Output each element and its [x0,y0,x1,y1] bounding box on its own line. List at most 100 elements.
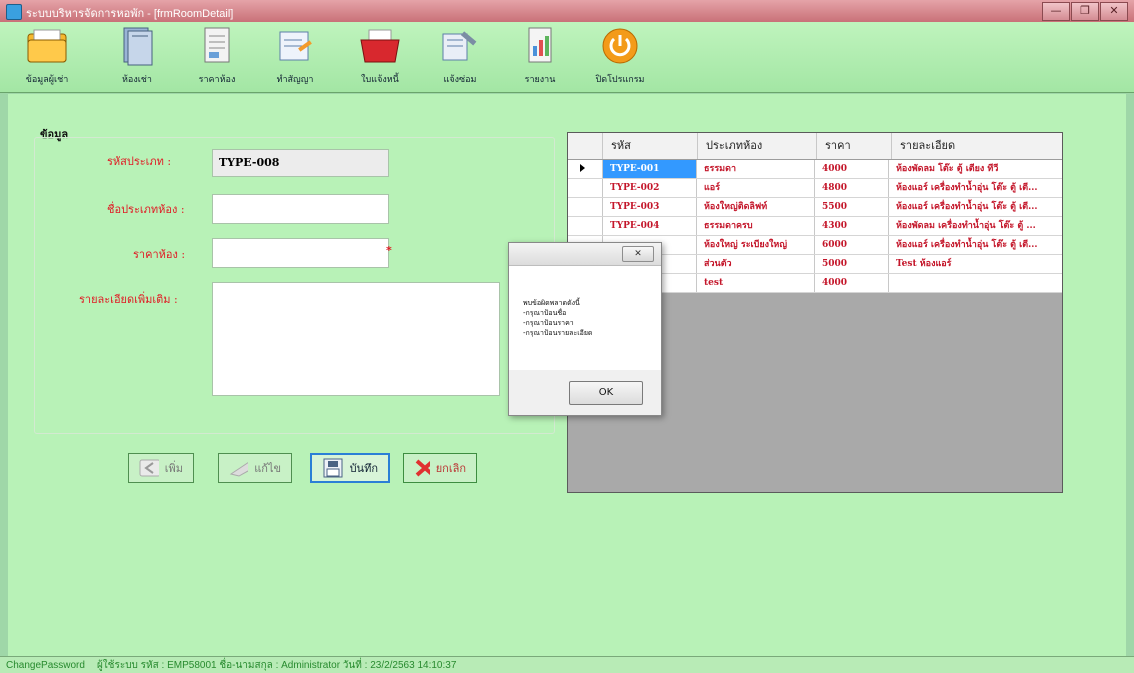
cell-code[interactable]: TYPE-004 [603,217,697,235]
minimize-button[interactable]: — [1042,2,1070,21]
cell-price[interactable]: 4300 [815,217,889,235]
table-row[interactable]: TYPE-001 ธรรมดา 4000 ห้องพัดลม โต๊ะ ตู้ … [568,160,1062,179]
bill-folder-icon [359,26,401,66]
window-controls: — ❐ ✕ [1042,2,1128,21]
cell-type[interactable]: ห้องใหญ่ ระเบียงใหญ่ [697,236,815,254]
table-row[interactable]: TYPE-004 ธรรมดาครบ 4300 ห้องพัดลม เครื่อ… [568,217,1062,236]
type-name-field[interactable] [212,194,389,224]
toolbar-exit[interactable]: ปิดโปรแกรม [585,26,655,86]
price-field[interactable] [212,238,389,268]
column-header[interactable]: ประเภทห้อง [698,133,817,159]
dialog-message: พบข้อผิดพลาดดังนี้ -กรุณาป้อนชื่อ -กรุณา… [523,299,593,337]
dialog-close-button[interactable]: ✕ [622,246,654,262]
save-button-label: บันทึก [349,462,378,475]
cell-detail[interactable]: ห้องแอร์ เครื่องทำน้ำอุ่น โต๊ะ ตู้ เตี..… [889,198,1062,216]
cell-type[interactable]: ธรรมดา [697,160,815,178]
type-name-label: ชื่อประเภทห้อง : [107,203,185,216]
toolbar-contract[interactable]: ทำสัญญา [260,26,330,86]
row-selector[interactable] [568,217,603,235]
user-info: ผู้ใช้ระบบ รหัส : EMP58001 ชื่อ-นามสกุล … [96,659,457,671]
status-bar: ChangePassword ผู้ใช้ระบบ รหัส : EMP5800… [0,656,1134,673]
current-row-arrow-icon [580,164,585,172]
toolbar-report[interactable]: รายงาน [505,26,575,86]
cell-type[interactable]: แอร์ [697,179,815,197]
close-button[interactable]: ✕ [1100,2,1128,21]
save-icon [323,458,343,478]
table-row[interactable]: TYPE-002 แอร์ 4800 ห้องแอร์ เครื่องทำน้ำ… [568,179,1062,198]
toolbar-label: ใบแจ้งหนี้ [361,75,399,85]
cell-price[interactable]: 6000 [815,236,889,254]
row-header-corner [568,133,603,159]
edit-icon [229,461,249,477]
column-header[interactable]: รายละเอียด [892,133,1062,159]
cell-type[interactable]: ห้องใหญ่ติดลิฟท์ [697,198,815,216]
cell-detail[interactable]: ห้องแอร์ เครื่องทำน้ำอุ่น โต๊ะ ตู้ เตี..… [889,179,1062,197]
type-code-field[interactable]: TYPE-008 [212,149,389,177]
cell-type[interactable]: ส่วนตัว [697,255,815,273]
add-button[interactable]: เพิ่ม [128,453,194,483]
grid-header: รหัส ประเภทห้อง ราคา รายละเอียด [568,133,1062,160]
row-selector[interactable] [568,179,603,197]
toolbar-label: ทำสัญญา [276,75,314,85]
dialog-titlebar: ✕ [509,243,661,266]
toolbar-label: ข้อมูลผู้เช่า [25,75,69,85]
toolbar-label: ปิดโปรแกรม [595,75,645,85]
edit-button[interactable]: แก้ไข [218,453,292,483]
cancel-button-label: ยกเลิก [435,462,466,475]
column-header[interactable]: ราคา [817,133,892,159]
toolbar-label: ราคาห้อง [198,75,236,85]
repair-icon [439,26,481,66]
add-icon [139,459,159,477]
restore-button[interactable]: ❐ [1071,2,1099,21]
type-code-label: รหัสประเภท : [107,155,172,168]
cancel-icon [415,459,430,477]
cell-detail[interactable] [889,274,1062,292]
row-selector[interactable] [568,160,603,178]
cell-price[interactable]: 4000 [815,160,889,178]
cell-detail[interactable]: ห้องพัดลม โต๊ะ ตู้ เตียง ทีวี [889,160,1062,178]
contract-icon [274,26,316,66]
window-title: ระบบบริหารจัดการหอพัก - [frmRoomDetail] [26,8,234,20]
cell-type[interactable]: test [697,274,815,292]
report-icon [519,26,561,66]
edit-button-label: แก้ไข [254,462,281,475]
cell-detail[interactable]: ห้องพัดลม เครื่องทำน้ำอุ่น โต๊ะ ตู้ ... [889,217,1062,235]
toolbar-rooms[interactable]: ห้องเช่า [102,26,172,86]
row-selector[interactable] [568,198,603,216]
add-button-label: เพิ่ม [164,462,183,475]
app-icon [6,4,22,20]
table-row[interactable]: TYPE-003 ห้องใหญ่ติดลิฟท์ 5500 ห้องแอร์ … [568,198,1062,217]
ok-button[interactable]: OK [569,381,643,405]
cell-detail[interactable]: ห้องแอร์ เครื่องทำน้ำอุ่น โต๊ะ ตู้ เตี..… [889,236,1062,254]
detail-label: รายละเอียดเพิ่มเติม : [79,293,178,306]
cell-code[interactable]: TYPE-003 [603,198,697,216]
cell-code[interactable]: TYPE-001 [603,160,697,178]
toolbar-label: รายงาน [524,75,556,85]
toolbar-tenant-info[interactable]: ข้อมูลผู้เช่า [12,26,82,86]
dialog-body: พบข้อผิดพลาดดังนี้ -กรุณาป้อนชื่อ -กรุณา… [509,266,661,370]
document-icon [196,26,238,66]
cell-price[interactable]: 4000 [815,274,889,292]
cell-detail[interactable]: Test ห้องแอร์ [889,255,1062,273]
cell-price[interactable]: 5000 [815,255,889,273]
error-message-dialog: ✕ พบข้อผิดพลาดดังนี้ -กรุณาป้อนชื่อ -กรุ… [508,242,662,416]
toolbar-invoice[interactable]: ใบแจ้งหนี้ [345,26,415,86]
toolbar-room-price[interactable]: ราคาห้อง [182,26,252,86]
change-password-link[interactable]: ChangePassword [6,660,85,671]
cell-price[interactable]: 4800 [815,179,889,197]
cell-price[interactable]: 5500 [815,198,889,216]
cancel-button[interactable]: ยกเลิก [403,453,477,483]
title-bar: ระบบบริหารจัดการหอพัก - [frmRoomDetail] … [0,0,1134,23]
price-label: ราคาห้อง : [133,248,186,261]
book-icon [116,26,158,66]
toolbar-label: แจ้งซ่อม [443,75,477,85]
cell-type[interactable]: ธรรมดาครบ [697,217,815,235]
power-icon [599,26,641,66]
detail-textarea[interactable] [212,282,500,396]
main-toolbar: ข้อมูลผู้เช่า ห้องเช่า ราคาห้อง ทำสัญญา … [0,22,1134,93]
save-button[interactable]: บันทึก [310,453,390,483]
column-header[interactable]: รหัส [603,133,698,159]
folder-icon [26,26,68,66]
cell-code[interactable]: TYPE-002 [603,179,697,197]
toolbar-repair[interactable]: แจ้งซ่อม [425,26,495,86]
